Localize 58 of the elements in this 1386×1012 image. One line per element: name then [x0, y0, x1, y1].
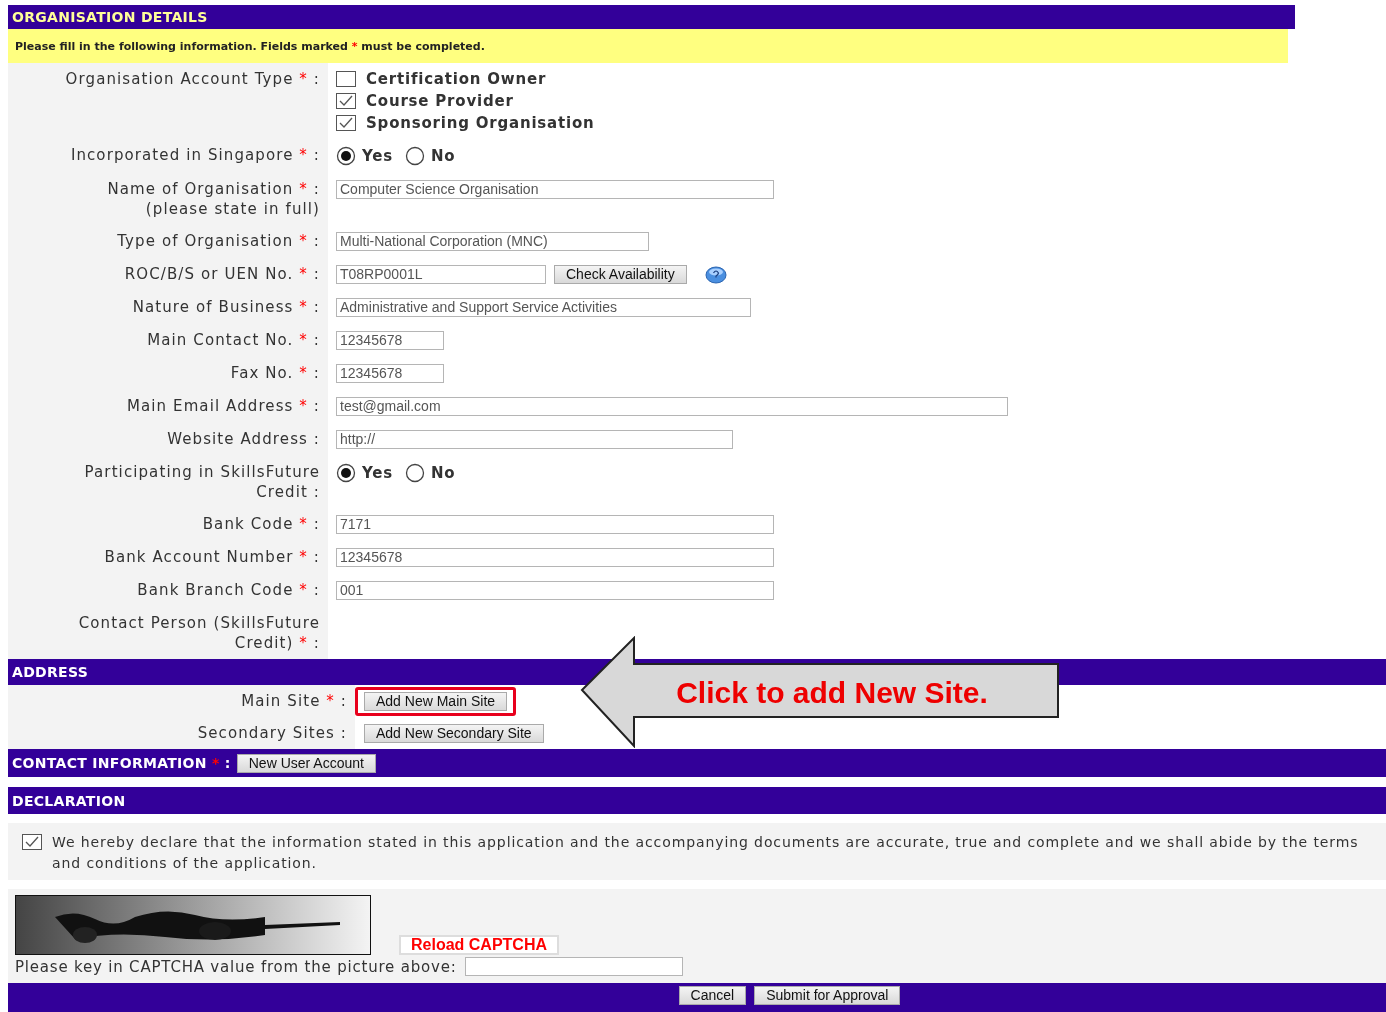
field-label: Main Contact No. * :	[147, 331, 320, 349]
field-label: Website Address :	[167, 430, 320, 448]
radio-button[interactable]	[405, 146, 425, 166]
text-field[interactable]: T08RP0001L	[336, 265, 546, 284]
checkbox[interactable]	[336, 93, 356, 109]
text-field[interactable]: Multi-National Corporation (MNC)	[336, 232, 649, 251]
section-header: CONTACT INFORMATION * :	[12, 755, 231, 771]
radio-button[interactable]	[336, 146, 356, 166]
field-label: Secondary Sites :	[197, 724, 347, 742]
text-field[interactable]: http://	[336, 430, 733, 449]
new-user-account-button[interactable]: New User Account	[236, 753, 376, 773]
check-availability-button[interactable]: Check Availability	[554, 265, 687, 284]
section-header: DECLARATION	[8, 787, 1386, 814]
field-label: ROC/B/S or UEN No. * :	[124, 265, 320, 283]
field-label: Bank Account Number * :	[104, 548, 320, 566]
checkbox[interactable]	[22, 834, 42, 850]
field-label: Nature of Business * :	[132, 298, 320, 316]
reload-captcha-button[interactable]: Reload CAPTCHA	[399, 935, 559, 955]
radio-button[interactable]	[336, 463, 356, 483]
field-label: Main Email Address * :	[127, 397, 320, 415]
option-label: Certification Owner	[366, 70, 547, 88]
footer-button[interactable]: Submit for Approval	[754, 986, 901, 1005]
declaration-text: We hereby declare that the information stated in this application and the accompanying documents are accurate, true and complete and we shall abide by the terms and conditions of the application.	[52, 833, 1360, 873]
add-site-button[interactable]: Add New Secondary Site	[364, 723, 544, 743]
add-site-button[interactable]: Add New Main Site	[364, 691, 508, 711]
help-icon[interactable]	[704, 265, 727, 284]
field-label: Incorporated in Singapore * :	[70, 146, 320, 164]
field-label: Bank Code * :	[202, 515, 320, 533]
option-label: Sponsoring Organisation	[366, 114, 595, 132]
captcha-prompt: Please key in CAPTCHA value from the picture above:	[15, 957, 457, 976]
notice-text: Please fill in the following information. Fields marked * must be completed.	[15, 39, 485, 53]
field-label: Contact Person (SkillsFuture Credit) * :	[78, 614, 320, 652]
radio-button[interactable]	[405, 463, 425, 483]
text-field[interactable]: 12345678	[336, 331, 444, 350]
section-header: ORGANISATION DETAILS	[8, 5, 1295, 29]
checkbox[interactable]	[336, 71, 356, 87]
text-field[interactable]: 12345678	[336, 548, 774, 567]
text-field[interactable]: 001	[336, 581, 774, 600]
option-label: No	[431, 464, 456, 482]
field-label: Name of Organisation * : (please state in full)	[107, 180, 320, 218]
text-field[interactable]: Computer Science Organisation	[336, 180, 774, 199]
captcha-field[interactable]	[464, 957, 683, 976]
field-label: Organisation Account Type * :	[65, 70, 320, 88]
option-label: No	[431, 147, 456, 165]
field-label: Participating in SkillsFuture Credit :	[84, 463, 320, 501]
option-label: Yes	[362, 464, 393, 482]
text-field[interactable]: 12345678	[336, 364, 444, 383]
option-label: Yes	[362, 147, 393, 165]
field-label: Bank Branch Code * :	[137, 581, 320, 599]
footer-button[interactable]: Cancel	[678, 986, 747, 1005]
field-label: Main Site * :	[241, 692, 347, 710]
field-label: Type of Organisation * :	[117, 232, 320, 250]
checkbox[interactable]	[336, 115, 356, 131]
text-field[interactable]: test@gmail.com	[336, 397, 1008, 416]
text-field[interactable]: Administrative and Support Service Activities	[336, 298, 751, 317]
option-label: Course Provider	[366, 92, 514, 110]
field-label: Fax No. * :	[230, 364, 320, 382]
text-field[interactable]: 7171	[336, 515, 774, 534]
